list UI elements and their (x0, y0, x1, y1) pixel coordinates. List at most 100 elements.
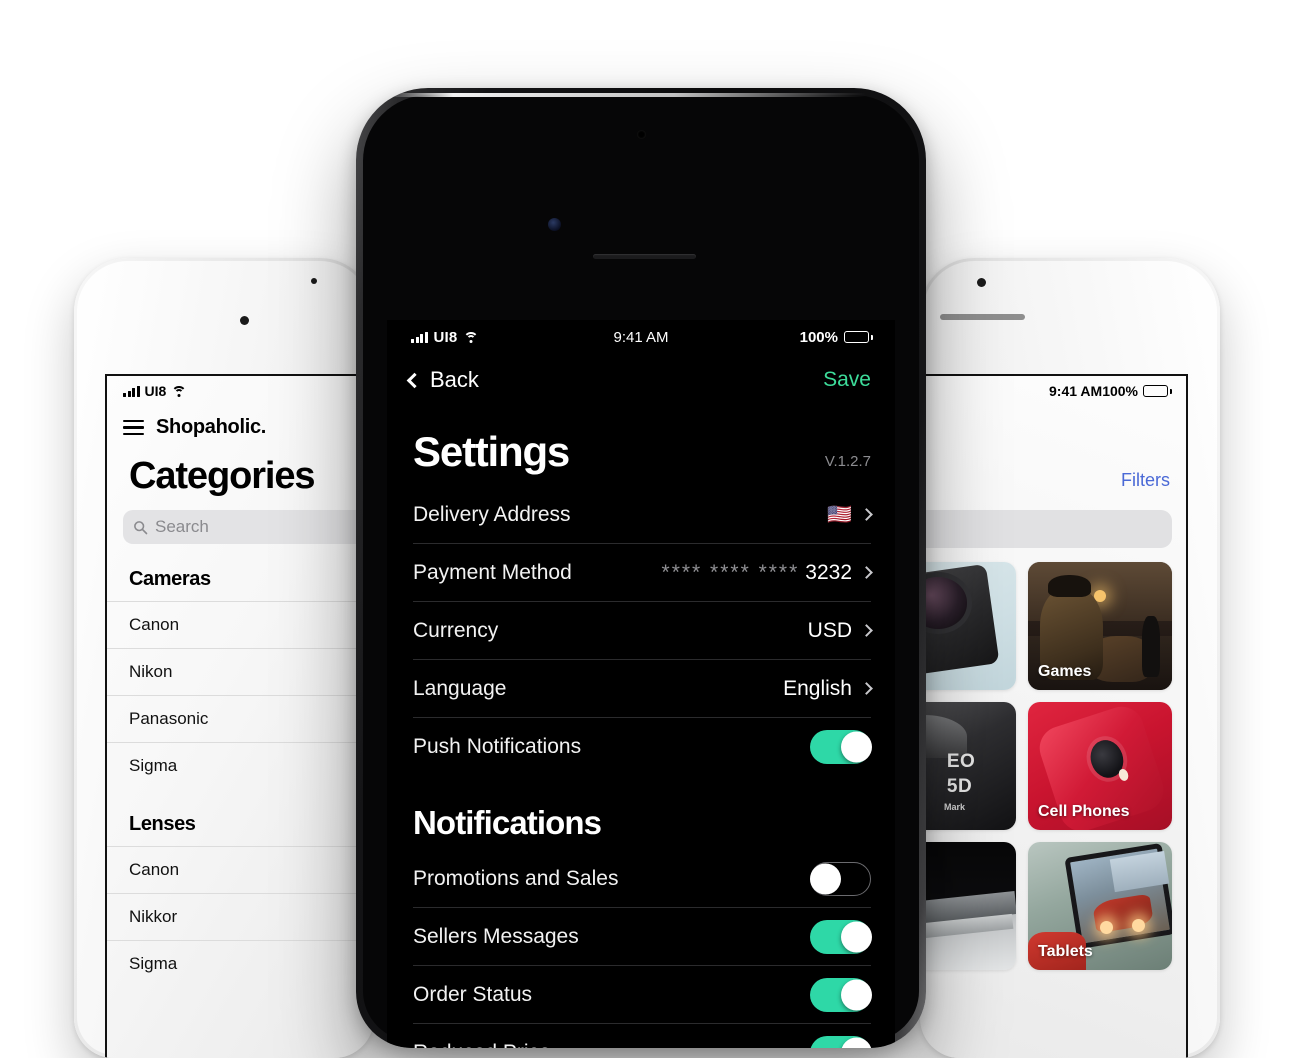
left-phone-device: UI8 9:41 AM Shopaholic. Categories Searc… (74, 258, 374, 1058)
app-version-label: V.1.2.7 (824, 453, 871, 470)
chevron-right-icon (860, 566, 873, 579)
list-item[interactable]: Sigma (107, 742, 374, 789)
notification-row-promotions-and-sales[interactable]: Promotions and Sales (413, 850, 871, 908)
list-item[interactable]: Canon (107, 846, 374, 893)
list-item[interactable]: Nikon (107, 648, 374, 695)
category-tile-grid: s Games EO5DMark (920, 548, 1186, 970)
right-phone-screen: 9:41 AM 100% c. ries Filters (920, 374, 1188, 1058)
front-camera-icon (977, 278, 986, 287)
search-placeholder: Search (155, 517, 209, 536)
center-phone-screen: UI8 9:41 AM 100% Back Save Settings V.1.… (387, 320, 895, 1048)
earpiece-speaker (940, 314, 1025, 320)
category-section-heading: Cameras (129, 568, 211, 590)
phones-scene: UI8 9:41 AM Shopaholic. Categories Searc… (0, 0, 1300, 1058)
notification-row-reduced-price[interactable]: Reduced Price (413, 1024, 872, 1048)
cellular-signal-icon (411, 331, 428, 343)
row-label: Payment Method (413, 560, 572, 584)
tile-label: Games (1038, 663, 1092, 680)
category-tile-dslr[interactable]: EO 5D Mark (920, 702, 1016, 830)
row-label: Sellers Messages (413, 924, 579, 948)
battery-percent-label: 100% (799, 328, 838, 346)
battery-icon (844, 331, 873, 343)
battery-icon (1143, 385, 1172, 397)
category-tile-laptop[interactable] (920, 842, 1016, 970)
action-camera-artwork (920, 562, 1016, 690)
sellers-messages-toggle[interactable] (810, 919, 872, 954)
promotions-and-sales-toggle[interactable] (810, 861, 871, 896)
notification-row-sellers-messages[interactable]: Sellers Messages (413, 908, 872, 966)
page-header: Settings V.1.2.7 (387, 406, 895, 486)
page-title: Settings (413, 428, 570, 475)
row-label: Delivery Address (413, 502, 571, 526)
back-button[interactable]: Back (406, 367, 479, 393)
row-value: English (783, 676, 852, 700)
earpiece-speaker (593, 254, 696, 259)
hamburger-icon[interactable] (123, 419, 144, 436)
filters-button[interactable]: Filters (1121, 470, 1170, 491)
settings-row-payment-method[interactable]: Payment Method **** **** **** 3232 (413, 544, 873, 602)
reduced-price-toggle[interactable] (810, 1036, 872, 1048)
row-label: Currency (413, 618, 499, 642)
category-tile-tablets[interactable]: Tablets (1028, 842, 1172, 970)
status-time: 9:41 AM (1049, 383, 1103, 399)
center-phone-device: UI8 9:41 AM 100% Back Save Settings V.1.… (356, 88, 926, 1048)
list-item[interactable]: Canon (107, 601, 374, 648)
settings-row-delivery-address[interactable]: Delivery Address 🇺🇸 (413, 486, 873, 544)
row-label: Promotions and Sales (413, 866, 619, 890)
laptop-artwork (920, 842, 1016, 970)
notification-row-order-status[interactable]: Order Status (413, 966, 872, 1024)
left-search-field[interactable]: Search (123, 510, 374, 544)
chevron-left-icon (406, 372, 423, 388)
left-status-bar: UI8 9:41 AM (107, 376, 374, 406)
wifi-icon (463, 331, 479, 343)
chevron-right-icon (860, 624, 873, 637)
left-nav-bar: Shopaholic. (107, 406, 374, 445)
status-bar: UI8 9:41 AM 100% (387, 320, 895, 354)
row-label: Language (413, 676, 507, 700)
carrier-label: UI8 (433, 328, 458, 346)
chevron-right-icon (860, 682, 873, 695)
left-phone-screen: UI8 9:41 AM Shopaholic. Categories Searc… (105, 374, 374, 1058)
row-label: Push Notifications (413, 735, 582, 758)
tile-label: Tablets (1038, 943, 1093, 960)
battery-percent-label: 100% (1102, 383, 1138, 399)
bezel-highlight (386, 93, 866, 97)
proximity-sensor-icon (548, 218, 561, 231)
carrier-label: UI8 (144, 383, 167, 399)
right-status-bar: 9:41 AM 100% (920, 376, 1186, 406)
list-item[interactable]: Sigma (107, 940, 374, 987)
push-notifications-toggle[interactable] (810, 730, 872, 764)
card-mask-label: **** **** **** (661, 560, 800, 584)
app-brand-label-fragment: c. (920, 406, 1186, 441)
row-label: Order Status (413, 982, 533, 1006)
save-button[interactable]: Save (823, 368, 871, 392)
settings-row-currency[interactable]: Currency USD (413, 602, 873, 660)
right-title-row: ries Filters (920, 441, 1186, 502)
cellular-signal-icon (123, 385, 140, 397)
app-brand-label: Shopaholic. (156, 416, 267, 438)
left-page-title: Categories (129, 455, 316, 497)
settings-row-push-notifications[interactable]: Push Notifications (413, 718, 872, 776)
proximity-sensor-icon (240, 316, 249, 325)
row-value: USD (807, 618, 852, 642)
front-camera-icon (311, 278, 317, 284)
category-tile-games[interactable]: Games (1028, 562, 1172, 690)
category-tile-action-camera[interactable]: s (920, 562, 1016, 690)
us-flag-icon: 🇺🇸 (827, 504, 852, 526)
row-label: Reduced Price (413, 1041, 551, 1048)
dslr-artwork: EO 5D Mark (920, 702, 1016, 830)
right-search-field[interactable] (920, 510, 1172, 548)
settings-app: UI8 9:41 AM 100% Back Save Settings V.1.… (387, 320, 895, 1048)
settings-row-language[interactable]: Language English (413, 660, 873, 718)
back-button-label: Back (430, 367, 479, 392)
card-last4-label: 3232 (805, 560, 852, 584)
chevron-right-icon (860, 508, 873, 521)
list-item[interactable]: Panasonic (107, 695, 374, 742)
right-phone-device: 9:41 AM 100% c. ries Filters (920, 258, 1220, 1058)
status-time: 9:41 AM (613, 328, 669, 346)
order-status-toggle[interactable] (810, 977, 872, 1012)
notifications-section-heading: Notifications (413, 804, 602, 841)
tile-label: Cell Phones (1038, 803, 1130, 820)
category-tile-cell-phones[interactable]: Cell Phones (1028, 702, 1172, 830)
list-item[interactable]: Nikkor (107, 893, 374, 940)
